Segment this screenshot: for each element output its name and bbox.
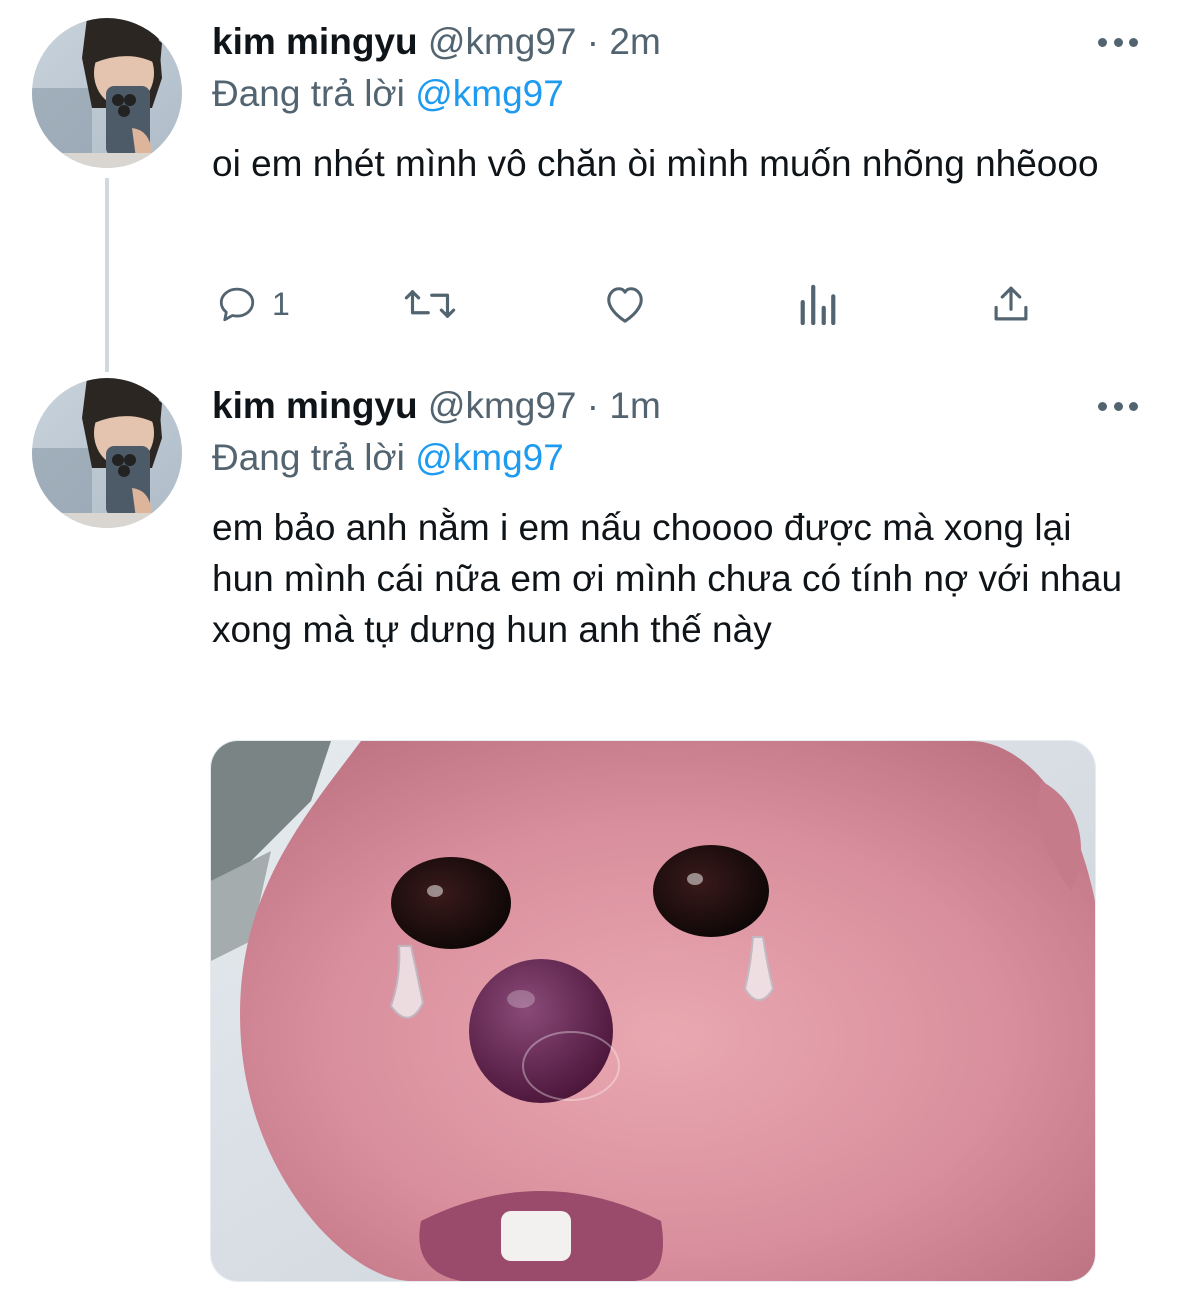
replying-to: Đang trả lời @kmg97 [212, 72, 564, 116]
heart-icon [607, 287, 643, 323]
tweet-header: kim mingyu @kmg97 · 2m [212, 20, 661, 64]
retweet-icon [404, 290, 456, 318]
avatar[interactable] [32, 378, 182, 528]
replying-to-mention[interactable]: @kmg97 [415, 437, 564, 478]
avatar-photo [32, 18, 182, 168]
more-options-icon[interactable] [1098, 400, 1138, 412]
user-handle[interactable]: @kmg97 [428, 385, 577, 426]
tweet-text: em bảo anh nằm i em nấu choooo được mà x… [212, 507, 1123, 650]
tweet-header: kim mingyu @kmg97 · 1m [212, 384, 661, 428]
tweet-media-image[interactable] [210, 740, 1096, 1282]
separator-dot: · [586, 385, 600, 426]
replying-to-label: Đang trả lời [212, 437, 405, 478]
display-name[interactable]: kim mingyu [212, 21, 418, 62]
share-icon [994, 286, 1028, 321]
avatar-photo [32, 378, 182, 528]
analytics-button[interactable] [798, 282, 838, 326]
analytics-icon [800, 284, 836, 325]
reply-count: 1 [272, 286, 290, 322]
reply-icon [219, 287, 255, 322]
replying-to-label: Đang trả lời [212, 73, 405, 114]
replying-to-mention[interactable]: @kmg97 [415, 73, 564, 114]
display-name[interactable]: kim mingyu [212, 385, 418, 426]
tweet-actions: 1 [212, 282, 1072, 326]
timestamp[interactable]: 1m [609, 385, 660, 426]
like-button[interactable] [602, 282, 648, 326]
tweet-1[interactable]: kim mingyu @kmg97 · 2m Đang trả lời @kmg… [0, 0, 1179, 372]
share-button[interactable] [990, 282, 1032, 326]
user-handle[interactable]: @kmg97 [428, 21, 577, 62]
replying-to: Đang trả lời @kmg97 [212, 436, 564, 480]
reply-button[interactable]: 1 [216, 282, 290, 326]
separator-dot: · [586, 21, 600, 62]
avatar[interactable] [32, 18, 182, 168]
crying-pink-beaver-image [211, 741, 1095, 1281]
more-options-icon[interactable] [1098, 36, 1138, 48]
tweet-text: oi em nhét mình vô chăn òi mình muốn nhõ… [212, 143, 1099, 184]
retweet-button[interactable] [402, 282, 458, 326]
timestamp[interactable]: 2m [609, 21, 660, 62]
